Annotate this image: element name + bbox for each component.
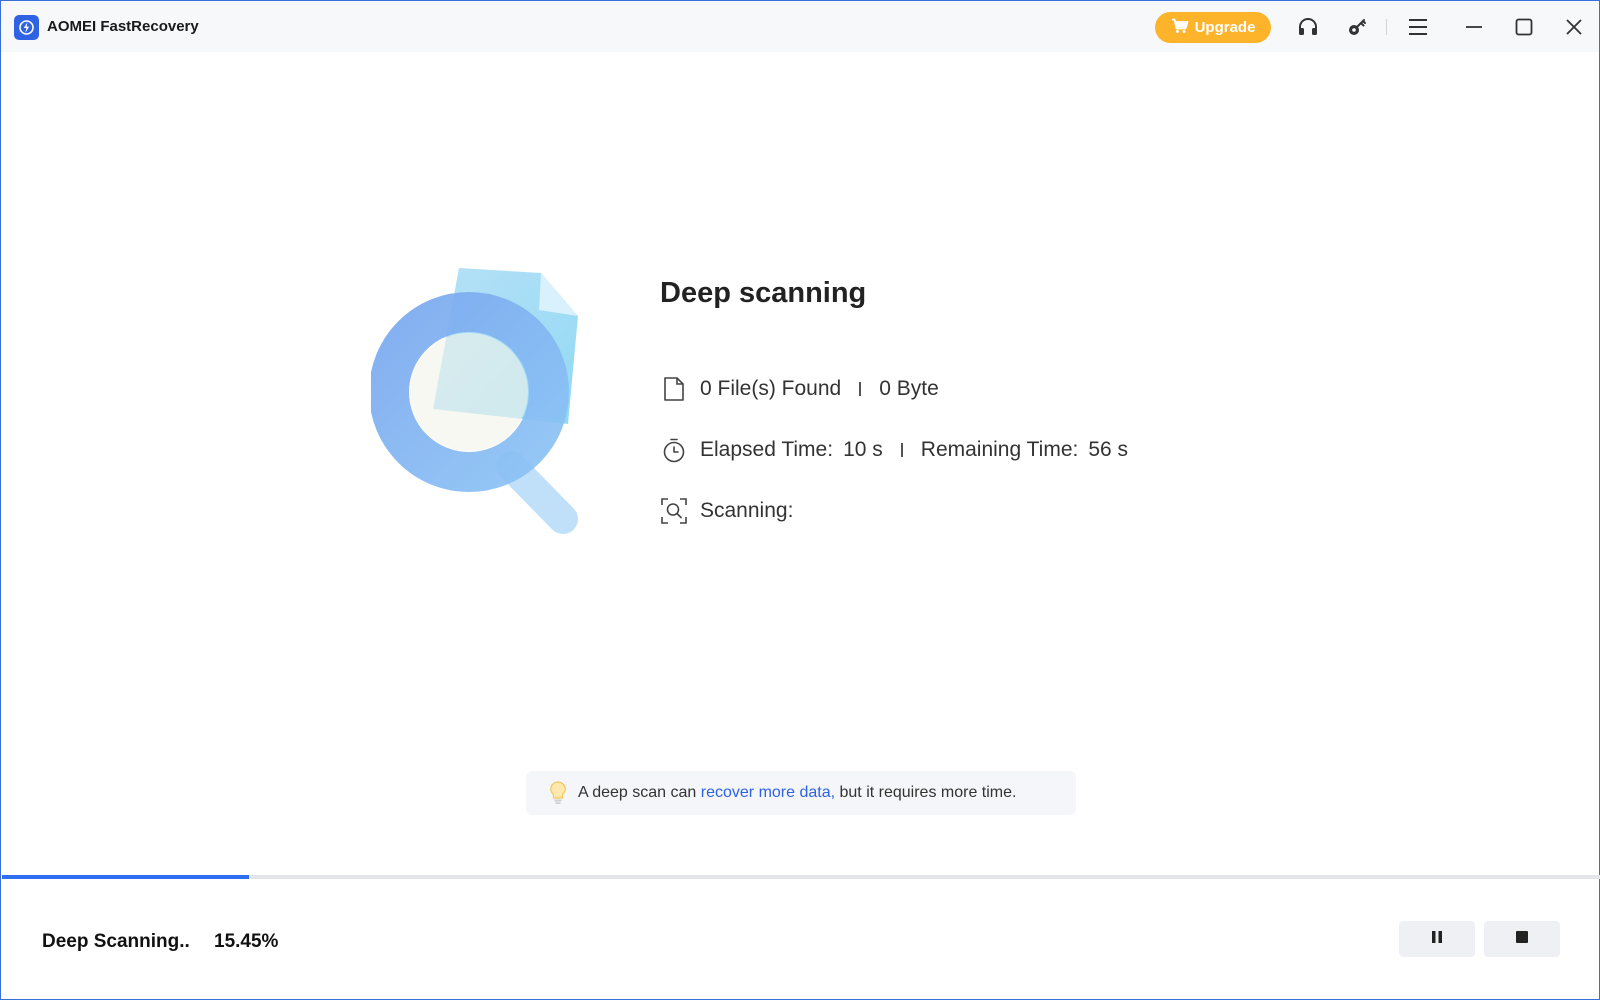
upgrade-label: Upgrade	[1194, 19, 1256, 36]
app-title: AOMEI FastRecovery	[47, 18, 199, 35]
title-bar: AOMEI FastRecovery Upgrade	[1, 1, 1599, 52]
stop-icon	[1514, 929, 1530, 950]
time-row: Elapsed Time: 10 s Remaining Time: 56 s	[660, 436, 1128, 464]
remaining-value: 56 s	[1088, 438, 1129, 461]
scanning-label: Scanning:	[700, 499, 794, 522]
tip-text-prefix: A deep scan can	[578, 784, 697, 801]
files-found-row: 0 File(s) Found 0 Byte	[660, 375, 939, 403]
scanning-row: Scanning:	[660, 497, 793, 525]
headset-icon[interactable]	[1294, 13, 1322, 41]
tip-text-suffix: but it requires more time.	[839, 784, 1017, 801]
cart-icon	[1171, 18, 1189, 38]
minimize-icon[interactable]	[1460, 13, 1488, 41]
file-icon	[660, 375, 688, 403]
pause-button[interactable]	[1399, 921, 1475, 957]
tip-banner: A deep scan can recover more data, but i…	[526, 771, 1076, 815]
upgrade-button[interactable]: Upgrade	[1155, 12, 1271, 43]
titlebar-divider	[1386, 19, 1387, 35]
lightbulb-icon	[550, 781, 566, 805]
divider	[900, 443, 903, 457]
stop-button[interactable]	[1484, 921, 1560, 957]
timer-icon	[660, 436, 688, 464]
scan-target-icon	[660, 497, 688, 525]
maximize-icon[interactable]	[1510, 13, 1538, 41]
app-window: AOMEI FastRecovery Upgrade Deep scanning…	[0, 0, 1600, 1000]
status-label: Deep Scanning..	[42, 931, 190, 952]
scan-progress-fill	[2, 875, 249, 879]
magnifier-illustration	[369, 266, 601, 536]
menu-icon[interactable]	[1404, 13, 1432, 41]
scan-title: Deep scanning	[660, 277, 867, 309]
remaining-label: Remaining Time:	[920, 438, 1079, 461]
divider	[859, 382, 862, 396]
files-found-count: 0 File(s) Found	[700, 377, 842, 400]
app-logo-icon	[14, 15, 39, 40]
status-percent: 15.45%	[214, 931, 279, 952]
recover-more-data-link[interactable]: recover more data,	[701, 784, 835, 802]
files-found-size: 0 Byte	[879, 377, 939, 400]
pause-icon	[1429, 929, 1445, 950]
key-icon[interactable]	[1343, 13, 1371, 41]
close-icon[interactable]	[1560, 13, 1588, 41]
elapsed-value: 10 s	[843, 438, 883, 461]
scan-progress-bar	[2, 875, 1600, 879]
elapsed-label: Elapsed Time:	[700, 438, 834, 461]
